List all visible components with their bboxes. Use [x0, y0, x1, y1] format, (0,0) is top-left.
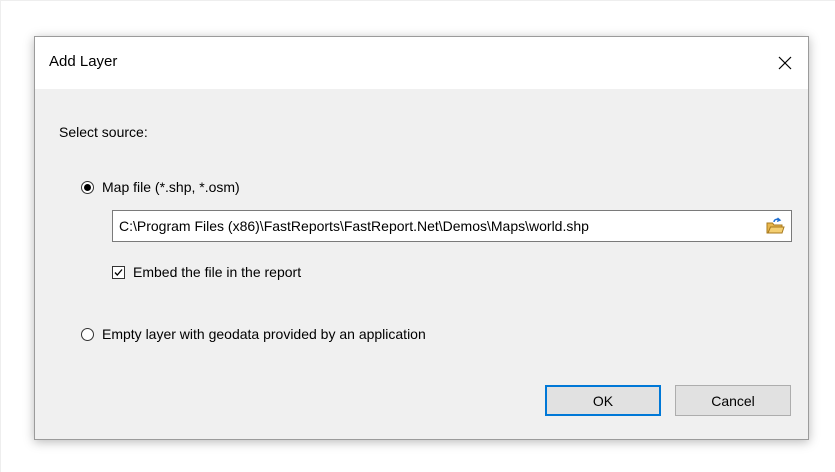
checkmark-icon — [114, 268, 123, 276]
dialog-body: Select source: Map file (*.shp, *.osm) C… — [35, 89, 808, 439]
cancel-button[interactable]: Cancel — [675, 385, 791, 416]
file-path-input[interactable] — [114, 212, 759, 240]
close-button[interactable] — [762, 37, 808, 89]
select-source-label: Select source: — [59, 124, 148, 140]
map-file-option[interactable]: Map file (*.shp, *.osm) — [81, 178, 240, 196]
map-file-label: Map file (*.shp, *.osm) — [102, 179, 240, 195]
embed-file-option[interactable]: Embed the file in the report — [112, 263, 301, 281]
ok-button[interactable]: OK — [545, 385, 661, 416]
browse-button[interactable] — [760, 212, 790, 240]
empty-layer-option[interactable]: Empty layer with geodata provided by an … — [81, 325, 426, 343]
open-folder-icon — [766, 217, 785, 234]
close-icon — [778, 56, 792, 70]
empty-layer-label: Empty layer with geodata provided by an … — [102, 326, 426, 342]
dialog-title-bar[interactable]: Add Layer — [35, 37, 808, 89]
add-layer-dialog: Add Layer Select source: Map file (*.shp… — [34, 36, 809, 440]
embed-file-checkbox[interactable] — [112, 265, 125, 279]
embed-file-label: Embed the file in the report — [133, 264, 302, 280]
map-file-radio[interactable] — [81, 180, 94, 194]
file-path-field[interactable] — [112, 210, 792, 242]
dialog-title: Add Layer — [49, 53, 118, 70]
empty-layer-radio[interactable] — [81, 327, 94, 341]
